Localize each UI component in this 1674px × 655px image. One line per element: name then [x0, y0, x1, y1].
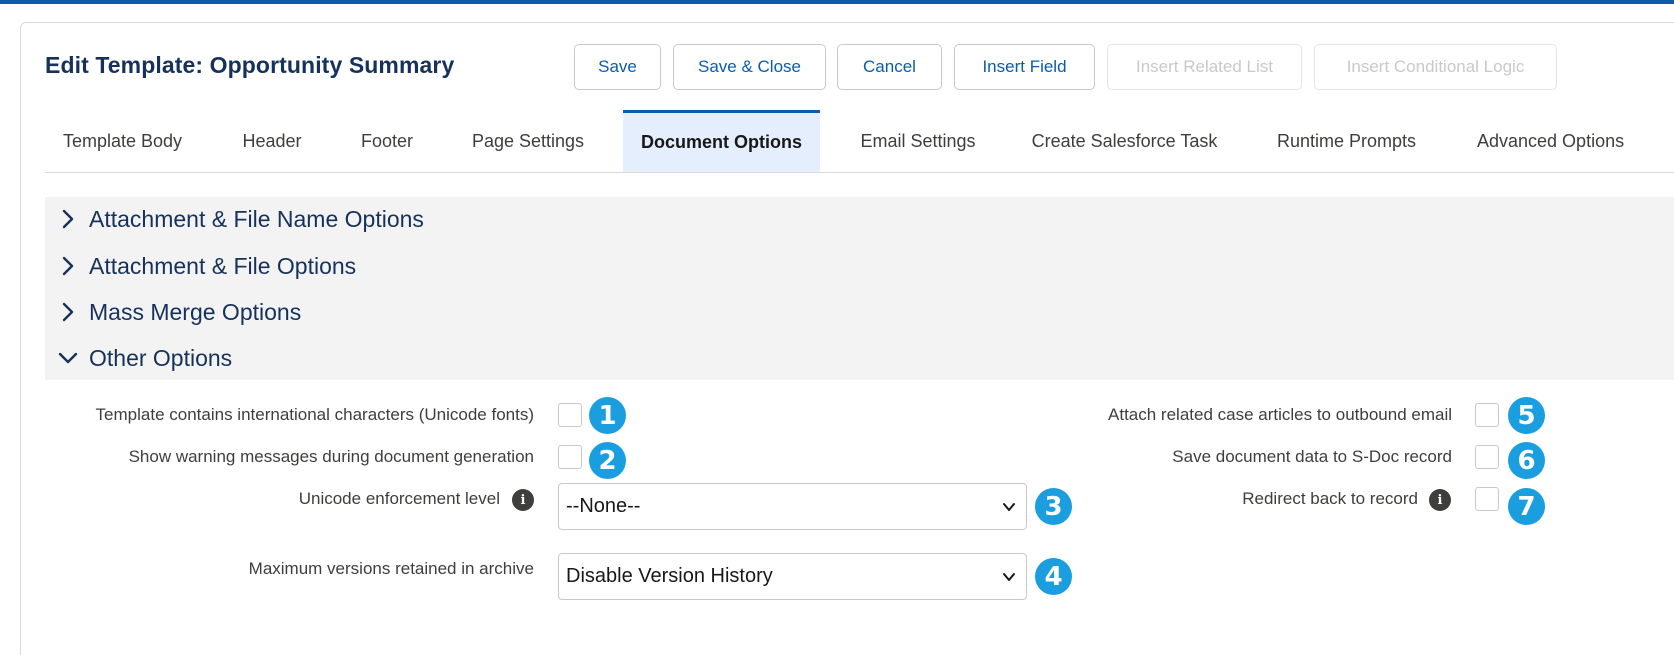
section-other-options[interactable]: Other Options: [57, 338, 232, 378]
section-mass-merge-options[interactable]: Mass Merge Options: [57, 292, 301, 332]
chevron-right-icon: [62, 302, 74, 322]
chevron-right-icon: [62, 256, 74, 276]
step-badge-6: 6: [1508, 442, 1545, 479]
unicode-enforcement-label: Unicode enforcement level: [298, 489, 500, 508]
tab-footer[interactable]: Footer: [342, 110, 432, 172]
save-close-button[interactable]: Save & Close: [673, 44, 826, 90]
show-warnings-label: Show warning messages during document ge…: [128, 447, 534, 466]
tab-template-body[interactable]: Template Body: [45, 110, 200, 172]
template-tabs: Template Body Header Footer Page Setting…: [45, 110, 1674, 173]
tab-runtime-prompts[interactable]: Runtime Prompts: [1255, 110, 1438, 172]
save-button[interactable]: Save: [574, 44, 661, 90]
chevron-down-icon: [1003, 573, 1015, 581]
save-doc-data-label: Save document data to S-Doc record: [1172, 447, 1452, 466]
tab-email-settings[interactable]: Email Settings: [843, 110, 993, 172]
info-icon[interactable]: i: [1429, 489, 1451, 511]
chevron-down-icon: [58, 352, 78, 364]
section-label: Attachment & File Options: [89, 252, 357, 279]
insert-field-button[interactable]: Insert Field: [954, 44, 1095, 90]
tab-create-salesforce-task[interactable]: Create Salesforce Task: [1017, 110, 1232, 172]
info-icon[interactable]: i: [512, 489, 534, 511]
max-versions-select[interactable]: Disable Version History: [558, 553, 1027, 600]
page-title: Edit Template: Opportunity Summary: [45, 52, 455, 78]
chevron-down-icon: [1003, 503, 1015, 511]
redirect-checkbox[interactable]: [1475, 487, 1499, 511]
attach-case-articles-label: Attach related case articles to outbound…: [1108, 405, 1452, 424]
step-badge-3: 3: [1035, 488, 1072, 525]
top-accent-bar: [0, 0, 1674, 4]
insert-conditional-logic-button[interactable]: Insert Conditional Logic: [1314, 44, 1557, 90]
step-badge-4: 4: [1035, 558, 1072, 595]
select-value: --None--: [566, 495, 641, 517]
section-attachment-file-options[interactable]: Attachment & File Options: [57, 246, 356, 286]
save-doc-data-checkbox[interactable]: [1475, 445, 1499, 469]
cancel-button[interactable]: Cancel: [837, 44, 942, 90]
step-badge-2: 2: [589, 442, 626, 479]
tab-document-options[interactable]: Document Options: [623, 110, 820, 172]
show-warnings-checkbox[interactable]: [558, 445, 582, 469]
unicode-enforcement-select[interactable]: --None--: [558, 483, 1027, 530]
step-badge-5: 5: [1508, 397, 1545, 434]
select-value: Disable Version History: [566, 565, 773, 587]
step-badge-1: 1: [589, 397, 626, 434]
section-label: Other Options: [89, 344, 233, 371]
unicode-fonts-label: Template contains international characte…: [95, 405, 534, 424]
redirect-label: Redirect back to record: [1242, 489, 1418, 508]
section-label: Mass Merge Options: [89, 298, 302, 325]
step-badge-7: 7: [1508, 488, 1545, 525]
chevron-right-icon: [62, 209, 74, 229]
insert-related-list-button[interactable]: Insert Related List: [1107, 44, 1302, 90]
section-attachment-file-name-options[interactable]: Attachment & File Name Options: [57, 199, 424, 239]
tab-advanced-options[interactable]: Advanced Options: [1459, 110, 1659, 172]
max-versions-label: Maximum versions retained in archive: [248, 559, 534, 578]
unicode-fonts-checkbox[interactable]: [558, 403, 582, 427]
tab-page-settings[interactable]: Page Settings: [453, 110, 603, 172]
attach-case-articles-checkbox[interactable]: [1475, 403, 1499, 427]
section-label: Attachment & File Name Options: [89, 205, 424, 232]
tab-header[interactable]: Header: [222, 110, 322, 172]
